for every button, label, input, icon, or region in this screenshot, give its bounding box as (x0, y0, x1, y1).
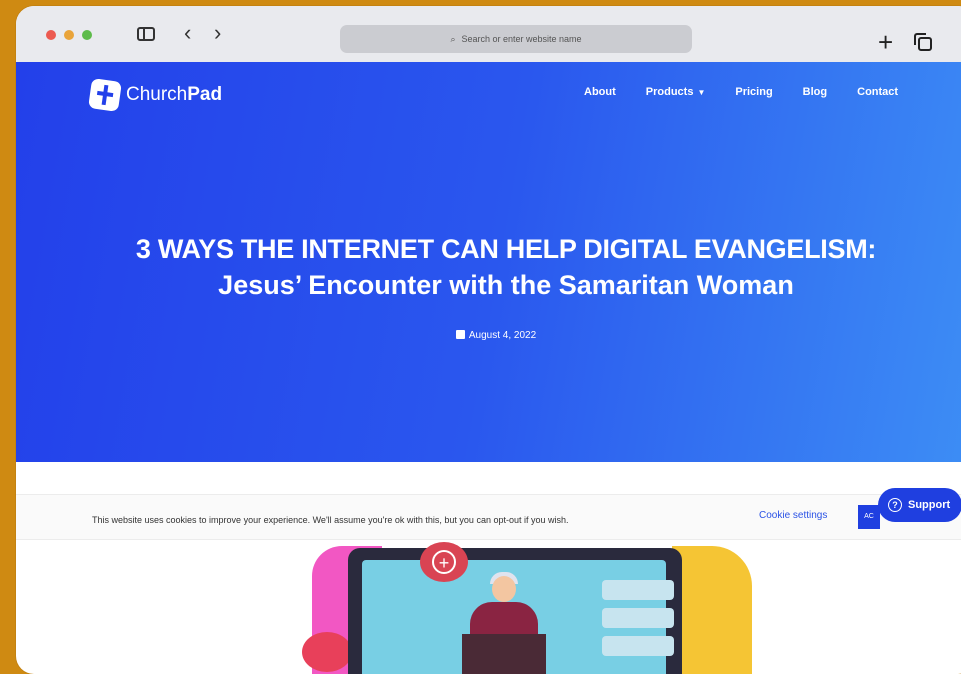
preacher-head (492, 576, 516, 602)
cookie-settings-link[interactable]: Cookie settings (759, 510, 827, 521)
support-button[interactable]: ? Support (878, 488, 961, 522)
nav-about[interactable]: About (584, 86, 616, 98)
cross-icon: + (432, 550, 456, 574)
cookie-accept-button[interactable]: AC (858, 505, 880, 529)
red-blob-shape (302, 632, 352, 672)
nav-products[interactable]: Products ▼ (646, 86, 706, 98)
article-illustration: + (302, 536, 752, 674)
search-icon: ⌕ (450, 33, 456, 44)
cookie-message: This website uses cookies to improve you… (92, 515, 569, 525)
window-minimize-button[interactable] (64, 30, 74, 40)
plus-icon[interactable]: + (878, 29, 893, 55)
hero-section: ChurchPad About Products ▼ Pricing Blog C… (16, 62, 961, 462)
cookie-banner: This website uses cookies to improve you… (16, 494, 961, 540)
question-icon: ? (888, 498, 902, 512)
window-maximize-button[interactable] (82, 30, 92, 40)
sidebar-icon[interactable] (137, 27, 155, 41)
nav-pricing[interactable]: Pricing (735, 86, 772, 98)
window-close-button[interactable] (46, 30, 56, 40)
yellow-blob-shape (672, 546, 752, 674)
title-line-2: Jesus’ Encounter with the Samaritan Woma… (218, 270, 794, 300)
post-date-text: August 4, 2022 (468, 330, 537, 341)
screen-panel (602, 608, 674, 628)
site-logo[interactable]: ChurchPad (88, 78, 223, 112)
screen-panel (602, 580, 674, 600)
page-title: 3 WAYS THE INTERNET CAN HELP DIGITAL EVA… (106, 232, 906, 304)
chevron-left-icon[interactable]: ‹ (184, 22, 191, 44)
pulpit-illustration (462, 634, 546, 674)
logo-text-regular: Church (126, 84, 188, 105)
nav-blog[interactable]: Blog (803, 86, 827, 98)
address-bar[interactable]: ⌕ Search or enter website name (340, 25, 692, 53)
address-placeholder: Search or enter website name (461, 34, 582, 44)
title-line-1: 3 WAYS THE INTERNET CAN HELP DIGITAL EVA… (135, 234, 877, 264)
support-label: Support (908, 499, 951, 511)
nav-products-label: Products (645, 86, 694, 98)
logo-text-bold: Pad (187, 84, 223, 105)
chevron-right-icon[interactable]: › (214, 22, 221, 44)
site-navigation: About Products ▼ Pricing Blog Contact (584, 86, 898, 98)
post-date: August 4, 2022 (16, 330, 961, 341)
calendar-icon (455, 330, 465, 339)
browser-window: ‹ › ⌕ Search or enter website name + Chu… (16, 6, 961, 674)
caret-down-icon: ▼ (697, 88, 706, 97)
nav-contact[interactable]: Contact (857, 86, 898, 98)
browser-toolbar: ‹ › ⌕ Search or enter website name + (16, 6, 961, 63)
church-cross-icon (88, 78, 122, 112)
screen-panel (602, 636, 674, 656)
tabs-icon[interactable] (914, 33, 932, 51)
